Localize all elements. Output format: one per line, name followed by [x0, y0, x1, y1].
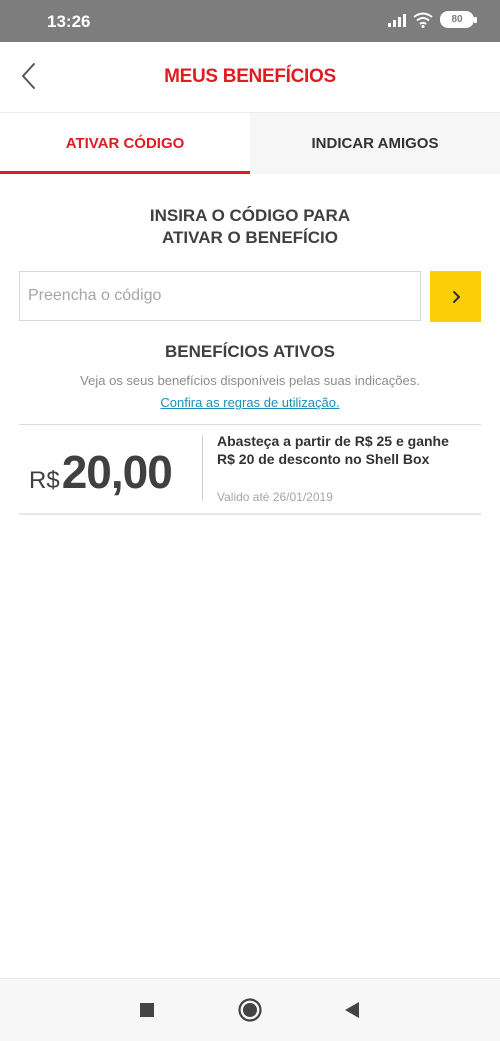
status-time: 13:26 [47, 12, 91, 31]
benefit-validity: Valido até 26/01/2019 [217, 490, 333, 504]
page-title: MEUS BENEFÍCIOS [164, 66, 336, 87]
tab-label: ATIVAR CÓDIGO [65, 135, 185, 152]
tab-label: INDICAR AMIGOS [311, 135, 439, 152]
chevron-right-icon [452, 290, 460, 303]
benefit-description: Abasteça a partir de R$ 25 e ganhe R$ 20… [217, 433, 449, 467]
submit-code-button[interactable] [430, 271, 481, 322]
home-button[interactable] [235, 997, 265, 1023]
system-back-button[interactable] [337, 997, 367, 1023]
benefits-description: Veja os seus benefícios disponíveis pela… [80, 373, 420, 388]
wifi-icon [413, 12, 433, 28]
tab-ativar-codigo[interactable]: ATIVAR CÓDIGO [0, 113, 250, 174]
system-nav-bar [0, 978, 500, 1041]
card-divider [202, 435, 203, 501]
activation-title-line2: ATIVAR O BENEFÍCIO [162, 228, 338, 247]
benefit-currency: R$ [29, 467, 60, 494]
status-icons: 80 [388, 11, 477, 28]
recent-apps-button[interactable] [132, 997, 162, 1023]
rules-link[interactable]: Confira as regras de utilização. [0, 395, 500, 410]
recent-apps-icon [140, 1003, 154, 1017]
activation-title-line1: INSIRA O CÓDIGO PARA [149, 206, 351, 225]
benefits-title: BENEFÍCIOS ATIVOS [164, 342, 336, 361]
benefit-amount: R$ 20,00 [29, 445, 173, 499]
status-bar: 13:26 80 [0, 0, 500, 42]
battery-icon: 80 [440, 11, 477, 28]
benefit-value: 20,00 [61, 446, 173, 498]
home-icon [238, 998, 262, 1022]
code-input[interactable] [19, 271, 421, 321]
signal-icon [388, 12, 406, 27]
tab-indicar-amigos[interactable]: INDICAR AMIGOS [250, 113, 500, 174]
tab-bar: ATIVAR CÓDIGO INDICAR AMIGOS [0, 113, 500, 174]
activation-title: INSIRA O CÓDIGO PARA ATIVAR O BENEFÍCIO [0, 205, 500, 249]
app-header: MEUS BENEFÍCIOS [0, 42, 500, 113]
benefit-card[interactable]: R$ 20,00 Abasteça a partir de R$ 25 e ga… [19, 424, 481, 515]
back-icon [345, 1002, 359, 1018]
active-tab-indicator [0, 171, 250, 174]
